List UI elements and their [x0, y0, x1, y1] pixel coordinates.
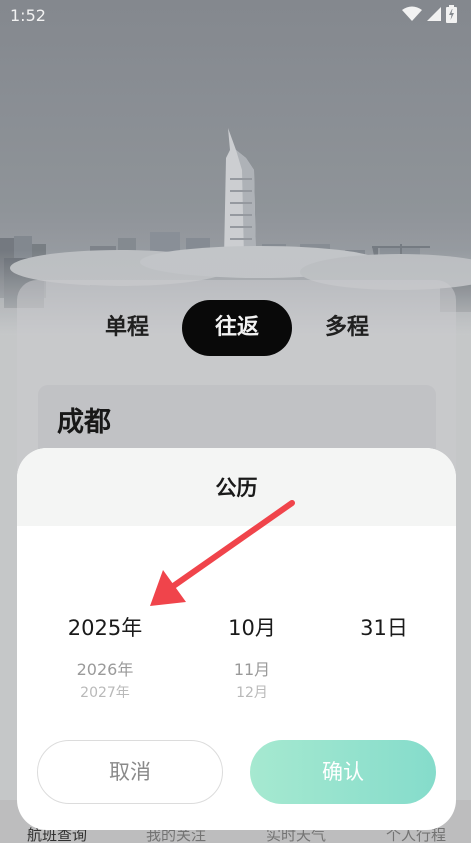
annotation-arrow-icon: [150, 500, 295, 606]
